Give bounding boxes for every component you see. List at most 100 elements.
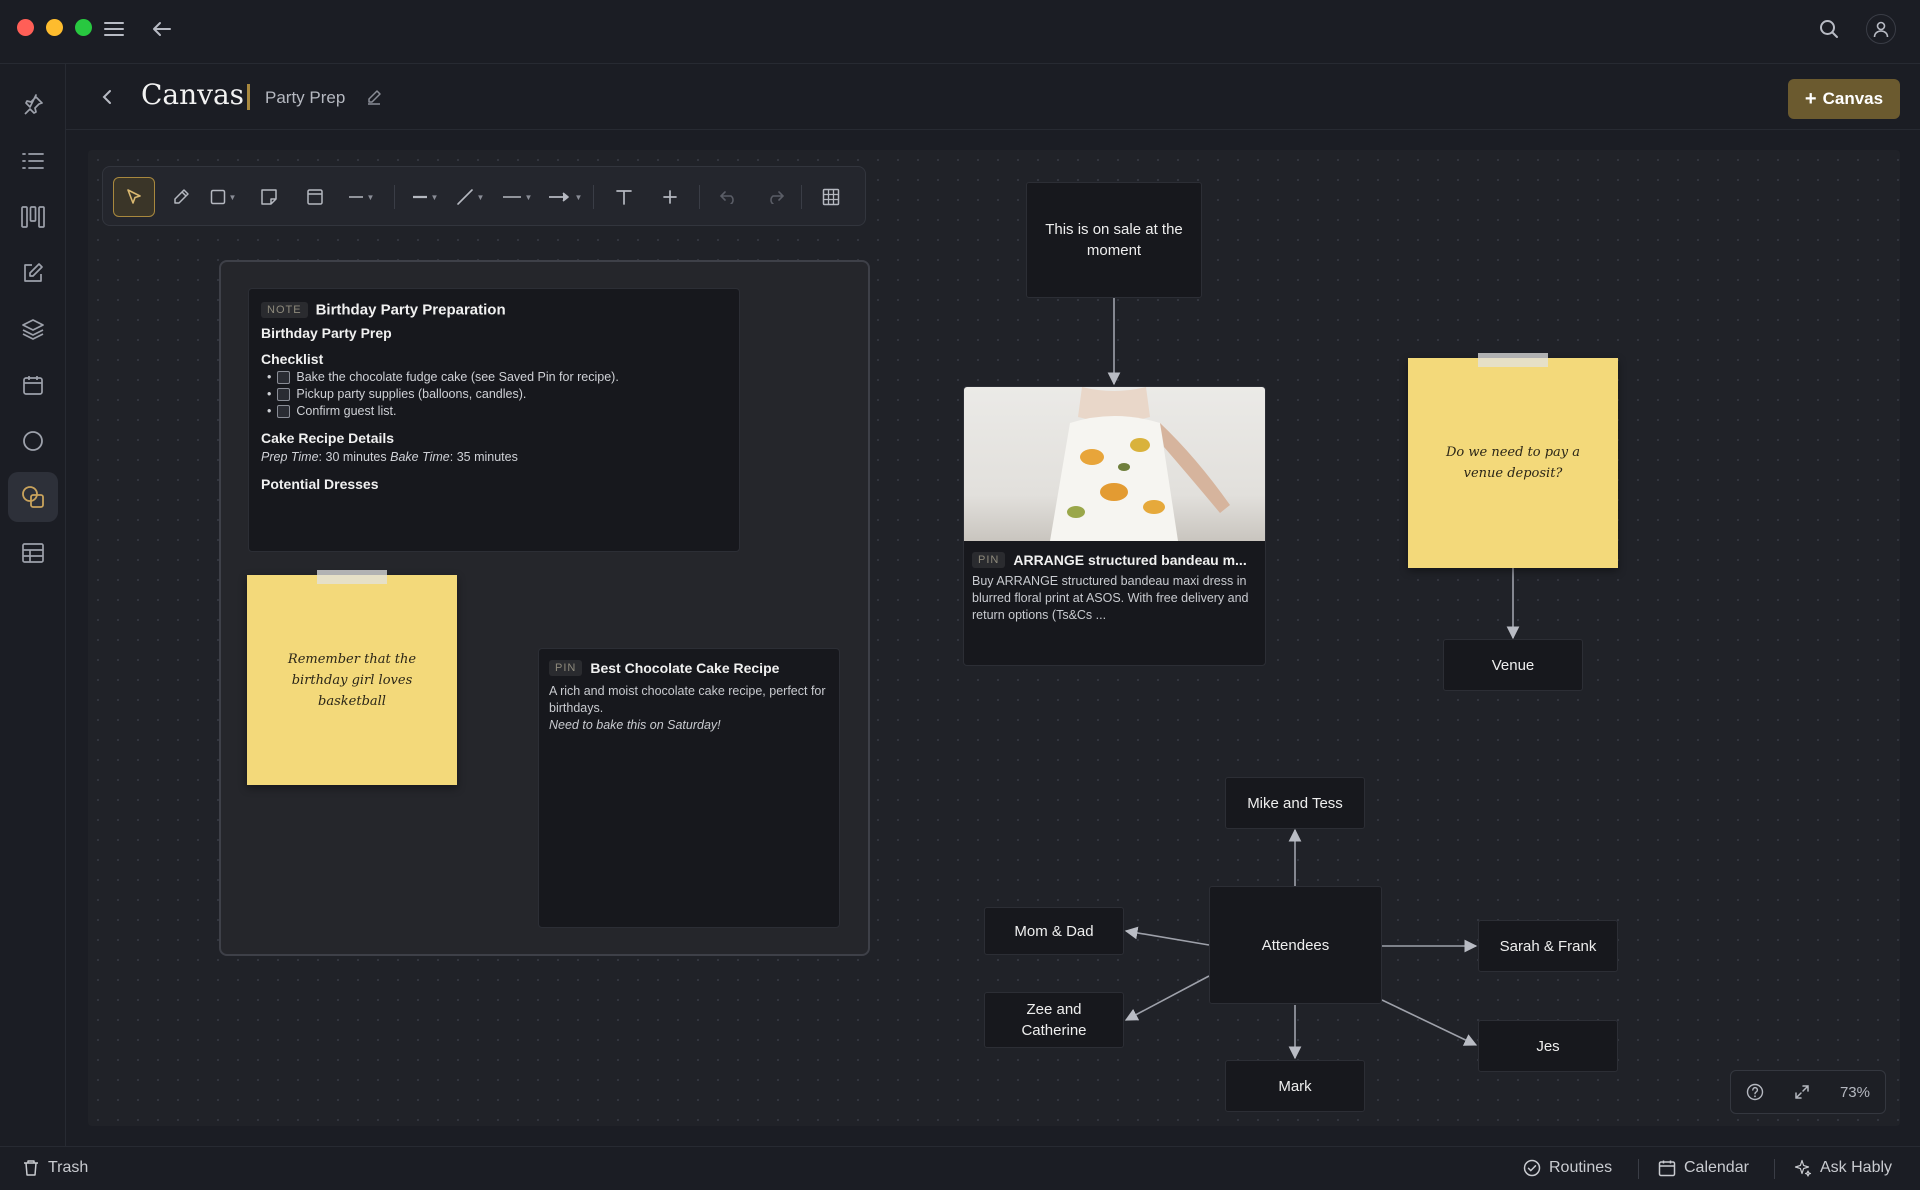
sidebar: [0, 64, 66, 1146]
add-canvas-button[interactable]: + Canvas: [1788, 79, 1900, 119]
arrow-tool[interactable]: ▼: [541, 177, 589, 217]
sticky-note-basketball[interactable]: Remember that the birthday girl loves ba…: [247, 570, 457, 785]
undo-icon[interactable]: [711, 177, 747, 217]
text-tool[interactable]: [606, 177, 642, 217]
toolbar-divider: [699, 185, 700, 209]
plus-icon: +: [1804, 88, 1817, 110]
arrow-attendees-to-zee: [1124, 975, 1210, 1021]
status-bar: Trash Routines Calendar Ask Hably: [0, 1146, 1920, 1190]
layers-icon[interactable]: [8, 304, 58, 354]
tape: [317, 570, 387, 584]
canvas-name: Party Prep: [265, 88, 346, 107]
redo-icon[interactable]: [757, 177, 793, 217]
note-title: Birthday Party Preparation: [315, 301, 506, 319]
pin-note: Need to bake this on Saturday!: [549, 718, 721, 732]
pin-title: Best Chocolate Cake Recipe: [590, 659, 780, 676]
stroke-tool[interactable]: ▼: [405, 177, 445, 217]
pin-description: A rich and moist chocolate cake recipe, …: [549, 684, 826, 715]
canvas-icon[interactable]: [8, 472, 58, 522]
ask-hably-button[interactable]: Ask Hably: [1794, 1159, 1892, 1177]
pin-description: Buy ARRANGE structured bandeau maxi dres…: [972, 574, 1249, 622]
pin-card-cake[interactable]: PIN Best Chocolate Cake Recipe A rich and…: [538, 648, 840, 928]
note-card[interactable]: NOTE Birthday Party Preparation Birthday …: [248, 288, 740, 552]
calendar-icon[interactable]: [8, 360, 58, 410]
zoom-level[interactable]: 73%: [1840, 1084, 1870, 1101]
pin-tag: PIN: [972, 551, 1006, 568]
trash-button[interactable]: Trash: [22, 1159, 88, 1177]
list-icon[interactable]: [8, 136, 58, 186]
sarah-and-frank-node[interactable]: Sarah & Frank: [1478, 920, 1618, 972]
caret-down-icon: ▼: [430, 192, 439, 202]
minimize-window-button[interactable]: [46, 19, 63, 36]
pin-card-dress[interactable]: PIN ARRANGE structured bandeau m... Buy A…: [963, 386, 1266, 666]
checklist-item: • Bake the chocolate fudge cake (see Save…: [267, 370, 619, 384]
arrow-attendees-to-jes: [1381, 999, 1478, 1046]
caret-down-icon: ▼: [228, 192, 237, 202]
table-icon[interactable]: [8, 528, 58, 578]
grid-icon[interactable]: [813, 177, 849, 217]
sticky-tool[interactable]: [251, 177, 287, 217]
dash-tool[interactable]: ▼: [495, 177, 539, 217]
arrow-attendees-to-mom: [1124, 926, 1210, 946]
status-divider: [1638, 1159, 1639, 1179]
jes-node[interactable]: Jes: [1478, 1020, 1618, 1072]
user-icon[interactable]: [1866, 14, 1896, 44]
note-tag: NOTE: [261, 301, 308, 318]
caret-down-icon: ▼: [366, 192, 375, 202]
caret-down-icon: ▼: [476, 192, 485, 202]
circle-icon[interactable]: [8, 416, 58, 466]
checklist-item: • Pickup party supplies (balloons, candle…: [267, 387, 527, 401]
calendar-button[interactable]: Calendar: [1658, 1159, 1749, 1177]
recipe-heading: Cake Recipe Details: [261, 430, 395, 446]
checkbox[interactable]: [277, 404, 291, 418]
help-icon[interactable]: [1746, 1083, 1764, 1101]
frame-tool[interactable]: [297, 177, 333, 217]
rename-pencil-icon[interactable]: [361, 84, 387, 110]
sparkle-icon: [1794, 1159, 1812, 1177]
trash-icon: [24, 1160, 38, 1176]
caret-down-icon: ▼: [574, 192, 583, 202]
recipe-times: Prep Time: 30 minutes Bake Time: 35 minu…: [261, 450, 518, 464]
status-divider: [1774, 1159, 1775, 1179]
page-title: Canvas: [141, 78, 245, 111]
pin-icon[interactable]: [8, 80, 58, 130]
close-window-button[interactable]: [17, 19, 34, 36]
caret-down-icon: ▼: [524, 192, 533, 202]
canvas-toolbar: ▼ ▼ ▼ ▼ ▼ ▼: [102, 166, 866, 226]
mom-and-dad-node[interactable]: Mom & Dad: [984, 907, 1124, 955]
pin-tag: PIN: [549, 659, 583, 676]
routines-button[interactable]: Routines: [1523, 1159, 1612, 1177]
board-icon[interactable]: [8, 192, 58, 242]
attendees-node[interactable]: Attendees: [1209, 886, 1382, 1004]
sticky-note-venue[interactable]: Do we need to pay a venue deposit?: [1408, 353, 1618, 568]
zee-and-catherine-node[interactable]: Zee and Catherine: [984, 992, 1124, 1048]
menu-icon[interactable]: [101, 16, 127, 42]
add-tool[interactable]: [652, 177, 688, 217]
edit-icon[interactable]: [8, 248, 58, 298]
venue-node[interactable]: Venue: [1443, 639, 1583, 691]
checklist-heading: Checklist: [261, 351, 324, 367]
expand-icon[interactable]: [1794, 1084, 1810, 1100]
chevron-left-icon[interactable]: [94, 84, 120, 110]
title-bar: [0, 0, 1920, 64]
toolbar-divider: [394, 185, 395, 209]
checkbox[interactable]: [277, 370, 291, 384]
canvas-board[interactable]: ▼ ▼ ▼ ▼ ▼ ▼ NOTE Birthday Party Preparat…: [88, 150, 1900, 1126]
pin-title: ARRANGE structured bandeau m...: [1013, 551, 1247, 568]
zoom-controls: 73%: [1730, 1070, 1886, 1114]
mark-node[interactable]: Mark: [1225, 1060, 1365, 1112]
sale-note[interactable]: This is on sale at the moment: [1026, 182, 1202, 298]
note-heading: Birthday Party Prep: [261, 325, 392, 341]
search-icon[interactable]: [1816, 16, 1842, 42]
select-tool[interactable]: [113, 177, 155, 217]
line-style-tool[interactable]: ▼: [341, 177, 381, 217]
zoom-window-button[interactable]: [75, 19, 92, 36]
pen-tool[interactable]: [163, 177, 199, 217]
calendar-icon: [1658, 1160, 1676, 1177]
mike-and-tess-node[interactable]: Mike and Tess: [1225, 777, 1365, 829]
shape-tool[interactable]: ▼: [203, 177, 243, 217]
connector-tool[interactable]: ▼: [449, 177, 491, 217]
checkbox[interactable]: [277, 387, 291, 401]
back-arrow-icon[interactable]: [149, 16, 175, 42]
title-divider: [247, 84, 250, 110]
